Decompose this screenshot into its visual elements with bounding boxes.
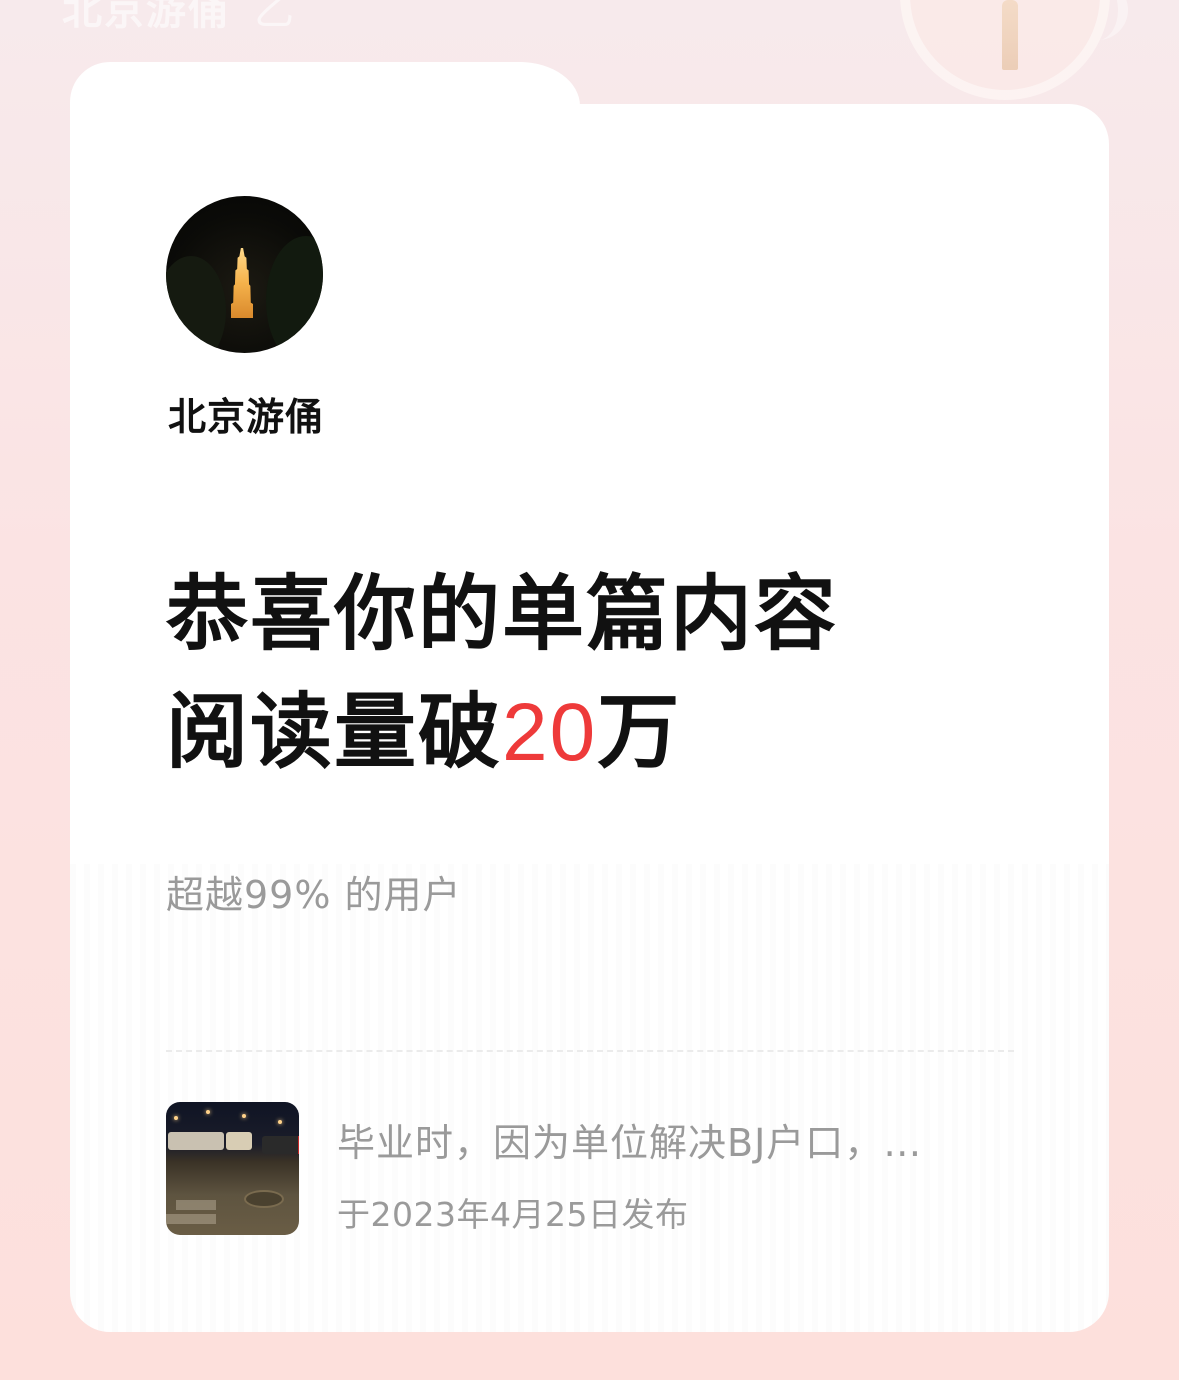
pagoda-icon	[231, 248, 253, 318]
avatar[interactable]	[166, 196, 323, 353]
background-title-text: 北京游俑	[62, 0, 230, 34]
bus-shape	[226, 1132, 252, 1150]
street-light	[242, 1114, 246, 1118]
card-tab-curve	[500, 62, 580, 106]
avatar-tree-shape	[166, 256, 226, 353]
headline: 恭喜你的单篇内容 阅读量破20万	[166, 556, 838, 792]
divider	[166, 1050, 1014, 1052]
headline-line-1: 恭喜你的单篇内容	[166, 567, 839, 662]
background-watermark-title: 北京游俑乙	[62, 0, 296, 36]
headline-number: 20	[502, 687, 598, 778]
street-light	[206, 1110, 210, 1114]
street-light	[174, 1116, 178, 1120]
manhole-shape	[244, 1190, 284, 1208]
bus-shape	[168, 1132, 224, 1150]
card-stripe-pattern	[70, 864, 1109, 1332]
crosswalk-stripe	[176, 1200, 216, 1210]
background-pagoda-icon	[1002, 0, 1018, 70]
beat-users-text: 超越99% 的用户	[166, 873, 462, 917]
headline-suffix: 万	[597, 685, 682, 780]
article-thumbnail[interactable]	[166, 1102, 299, 1235]
author-name: 北京游俑	[168, 395, 325, 439]
street-light	[278, 1120, 282, 1124]
article-preview[interactable]: 毕业时，因为单位解决BJ户口，… 于2023年4月25日发布	[166, 1102, 1014, 1236]
headline-line-2: 阅读量破20万	[166, 674, 838, 792]
background-decoration	[1088, 0, 1128, 40]
achievement-card: 北京游俑 恭喜你的单篇内容 阅读量破20万 超越99% 的用户 毕业时，因为单位…	[70, 104, 1109, 1332]
headline-prefix: 阅读量破	[166, 685, 503, 780]
car-shape	[262, 1136, 299, 1154]
article-title[interactable]: 毕业时，因为单位解决BJ户口，…	[337, 1112, 977, 1167]
crosswalk-stripe	[166, 1214, 216, 1224]
avatar-tree-shape	[266, 236, 323, 353]
article-date: 于2023年4月25日发布	[337, 1195, 689, 1234]
background-avatar-circle	[900, 0, 1110, 100]
background-title-mark: 乙	[254, 0, 296, 34]
